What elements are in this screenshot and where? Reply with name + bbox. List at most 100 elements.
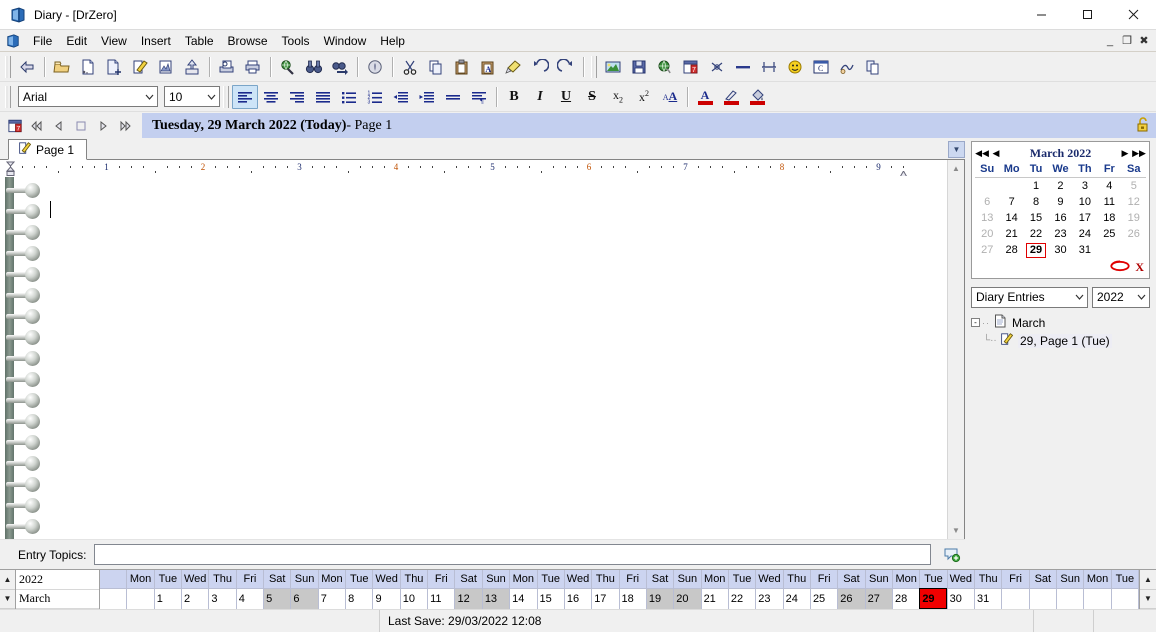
menu-item-insert[interactable]: Insert bbox=[134, 31, 178, 51]
calendar-day[interactable]: 14 bbox=[999, 210, 1023, 226]
timeline-day[interactable]: Fri 18 bbox=[619, 570, 647, 609]
paste-icon[interactable] bbox=[449, 55, 475, 79]
first-page-button[interactable] bbox=[26, 115, 48, 137]
timeline-day[interactable]: Tue 22 bbox=[728, 570, 757, 609]
decrease-indent-icon[interactable] bbox=[388, 85, 414, 109]
increase-indent-icon[interactable] bbox=[414, 85, 440, 109]
timeline-day[interactable]: Mon bbox=[127, 570, 155, 609]
align-right-icon[interactable] bbox=[284, 85, 310, 109]
menu-item-browse[interactable]: Browse bbox=[221, 31, 275, 51]
text-area[interactable] bbox=[44, 177, 947, 539]
scroll-down-button[interactable]: ▼ bbox=[948, 522, 964, 539]
paste-special-icon[interactable]: A bbox=[475, 55, 501, 79]
fill-color-icon[interactable] bbox=[744, 85, 770, 109]
calendar-prev-year-button[interactable]: ◀◀ bbox=[975, 148, 989, 159]
timeline-day[interactable]: Sat 12 bbox=[455, 570, 483, 609]
back-icon[interactable] bbox=[14, 55, 40, 79]
timeline-day[interactable]: Mon 7 bbox=[318, 570, 347, 609]
calendar-day[interactable]: 30 bbox=[1048, 242, 1072, 259]
timeline-day[interactable]: Sun bbox=[1057, 570, 1085, 609]
chevron-down-icon[interactable] bbox=[1133, 288, 1149, 307]
insert-signature-icon[interactable] bbox=[834, 55, 860, 79]
timeline-scroll-buttons[interactable]: ▲ ▼ bbox=[1139, 570, 1156, 609]
timeline-day-grid[interactable]: Mon Tue 1 Wed 2 Thu 3 Fri 4 Sat 5 Sun 6 Mon 7 Tue 8 Wed 9 T… bbox=[100, 570, 1139, 609]
font-color-icon[interactable]: A bbox=[692, 85, 718, 109]
calendar-day[interactable]: 10 bbox=[1073, 194, 1097, 210]
timeline-day[interactable]: Sat 19 bbox=[646, 570, 675, 609]
lock-entry-button[interactable] bbox=[1130, 113, 1156, 138]
toolbar-grip[interactable] bbox=[223, 85, 229, 108]
right-indent-marker[interactable] bbox=[899, 168, 908, 176]
calendar-prev-month-button[interactable]: ◀ bbox=[989, 148, 1003, 159]
bullet-list-icon[interactable] bbox=[336, 85, 362, 109]
calendar-day[interactable]: 18 bbox=[1097, 210, 1121, 226]
timeline-day[interactable]: Wed 16 bbox=[564, 570, 593, 609]
timeline-day[interactable]: Sat bbox=[1029, 570, 1058, 609]
tree-collapse-icon[interactable]: - bbox=[971, 318, 980, 327]
superscript-icon[interactable]: x2 bbox=[631, 85, 657, 109]
calendar-day[interactable]: 15 bbox=[1024, 210, 1048, 226]
calendar-icon[interactable]: 7 bbox=[4, 115, 26, 137]
calendar-day[interactable]: 23 bbox=[1048, 226, 1072, 242]
add-topic-icon[interactable] bbox=[939, 547, 965, 563]
page-properties-icon[interactable] bbox=[153, 55, 179, 79]
calendar-day[interactable]: 26 bbox=[1122, 226, 1146, 242]
timeline-day[interactable]: Tue 15 bbox=[537, 570, 565, 609]
duplicate-icon[interactable] bbox=[860, 55, 886, 79]
timeline-scroll-down-button[interactable]: ▼ bbox=[1140, 589, 1156, 609]
font-size-combo[interactable]: 10 bbox=[164, 86, 220, 107]
calendar-day[interactable]: 11 bbox=[1097, 194, 1121, 210]
calendar-day[interactable]: 6 bbox=[975, 194, 999, 210]
print-preview-icon[interactable] bbox=[214, 55, 240, 79]
strikethrough-icon[interactable]: S bbox=[579, 85, 605, 109]
export-icon[interactable] bbox=[179, 55, 205, 79]
calendar-day[interactable]: 1 bbox=[1024, 178, 1048, 194]
highlight-color-icon[interactable] bbox=[718, 85, 744, 109]
timeline-day[interactable]: Mon bbox=[1084, 570, 1112, 609]
calendar-next-year-button[interactable]: ▶▶ bbox=[1132, 148, 1146, 159]
font-style-icon[interactable]: AA bbox=[657, 85, 683, 109]
calendar-day[interactable]: 22 bbox=[1024, 226, 1048, 242]
chevron-down-icon[interactable] bbox=[141, 87, 157, 106]
insert-object-icon[interactable] bbox=[626, 55, 652, 79]
timeline-day[interactable]: Thu 24 bbox=[783, 570, 811, 609]
calendar-day[interactable]: 5 bbox=[1122, 178, 1146, 194]
add-page-icon[interactable] bbox=[101, 55, 127, 79]
menu-item-edit[interactable]: Edit bbox=[59, 31, 94, 51]
calendar-day[interactable]: 31 bbox=[1073, 242, 1097, 259]
mdi-minimize-button[interactable]: _ bbox=[1102, 33, 1118, 49]
menu-item-view[interactable]: View bbox=[94, 31, 134, 51]
tree-node-entry[interactable]: └·· 29, Page 1 (Tue) bbox=[971, 332, 1150, 350]
calendar-day[interactable]: 4 bbox=[1097, 178, 1121, 194]
timeline-day[interactable]: Sat 5 bbox=[264, 570, 292, 609]
paragraph-marks-icon[interactable]: ¶ bbox=[466, 85, 492, 109]
timeline-spin-up-button[interactable]: ▲ bbox=[0, 570, 15, 590]
chevron-down-icon[interactable] bbox=[203, 87, 219, 106]
timeline-day[interactable]: Thu 31 bbox=[975, 570, 1003, 609]
search-globe-icon[interactable] bbox=[275, 55, 301, 79]
browser-year-combo[interactable]: 2022 bbox=[1092, 286, 1150, 308]
find-next-icon[interactable] bbox=[327, 55, 353, 79]
menu-item-table[interactable]: Table bbox=[178, 31, 221, 51]
tree-node-month[interactable]: - ·· March bbox=[971, 314, 1150, 332]
calendar-day[interactable]: 17 bbox=[1073, 210, 1097, 226]
timeline-day[interactable]: Wed 23 bbox=[756, 570, 784, 609]
format-painter-icon[interactable] bbox=[501, 55, 527, 79]
undo-icon[interactable] bbox=[527, 55, 553, 79]
calendar-grid[interactable]: Su Mo Tu We Th Fr Sa 1 2 3 4 5 6 7 8 9 10 11 12 13 14 15 16 17 1… bbox=[975, 162, 1146, 259]
calendar-day[interactable]: 24 bbox=[1073, 226, 1097, 242]
align-center-icon[interactable] bbox=[258, 85, 284, 109]
calendar-day[interactable]: 16 bbox=[1048, 210, 1072, 226]
insert-textbox-icon[interactable]: C bbox=[808, 55, 834, 79]
calendar-day[interactable]: 12 bbox=[1122, 194, 1146, 210]
calendar-clear-button[interactable]: X bbox=[1135, 260, 1144, 275]
timeline-day[interactable]: Sun 6 bbox=[291, 570, 319, 609]
page-break-icon[interactable] bbox=[756, 55, 782, 79]
next-page-button[interactable] bbox=[92, 115, 114, 137]
browser-view-combo[interactable]: Diary Entries bbox=[971, 286, 1088, 308]
timeline-day[interactable]: Fri 11 bbox=[428, 570, 456, 609]
calendar-day[interactable]: 21 bbox=[999, 226, 1023, 242]
insert-date-icon[interactable]: 7 bbox=[678, 55, 704, 79]
subscript-icon[interactable]: x2 bbox=[605, 85, 631, 109]
timeline-day[interactable]: Sun 20 bbox=[674, 570, 702, 609]
